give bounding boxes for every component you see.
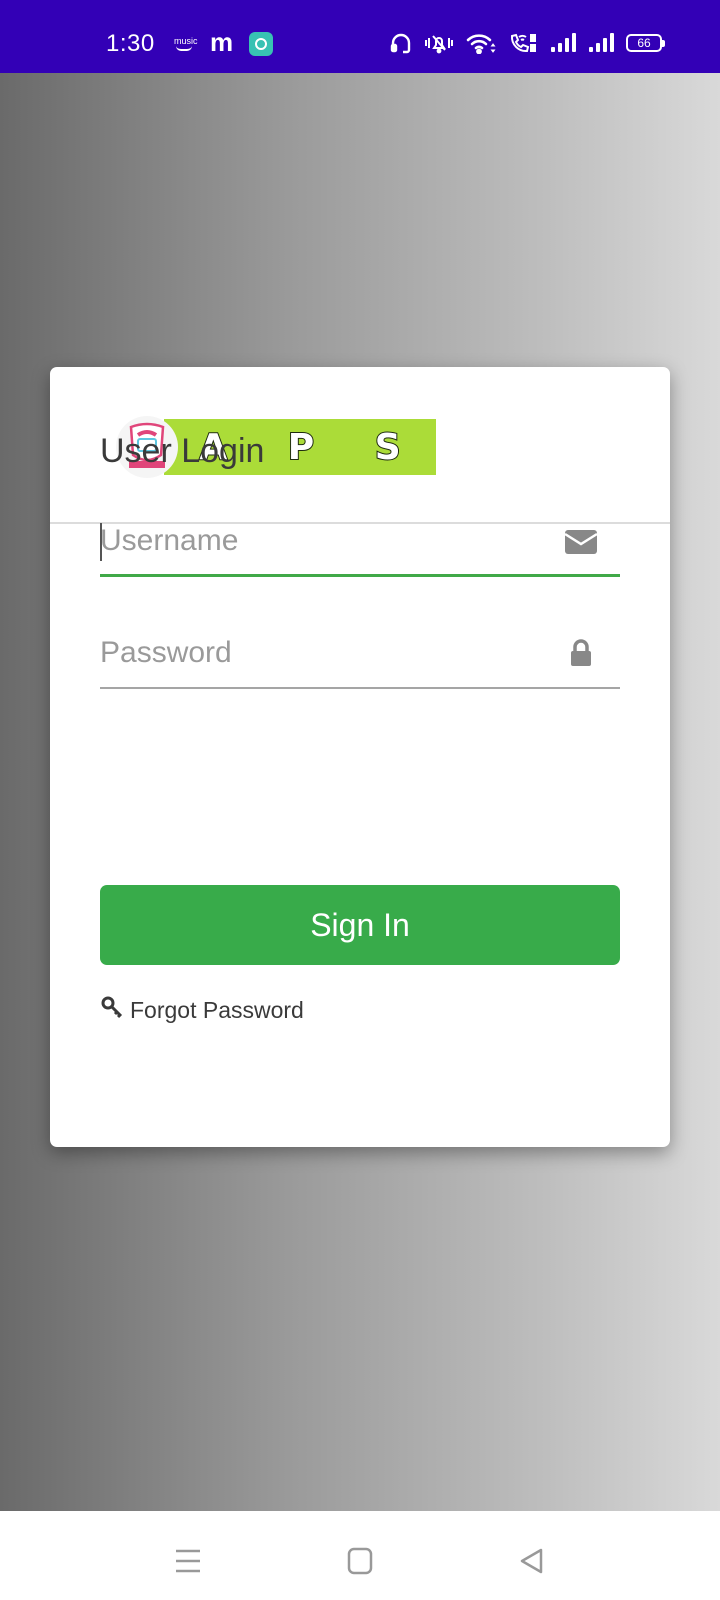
home-icon: [347, 1547, 373, 1575]
forgot-password-link[interactable]: Forgot Password: [100, 995, 304, 1025]
signal-sim1-icon: [551, 33, 576, 52]
battery-icon: 66: [626, 34, 665, 52]
username-field: [100, 507, 620, 577]
sign-in-button[interactable]: Sign In: [100, 885, 620, 965]
back-button[interactable]: [512, 1541, 552, 1581]
username-input[interactable]: [100, 519, 540, 563]
password-field: [100, 619, 620, 689]
vowifi-call-icon: [510, 33, 536, 53]
key-icon: [100, 995, 124, 1025]
forgot-password-label: Forgot Password: [130, 996, 304, 1023]
page-title: User Login: [100, 432, 265, 470]
signal-sim2-icon: [589, 33, 614, 52]
system-nav-bar: [0, 1511, 720, 1600]
notification-icons: music m: [174, 27, 274, 57]
home-button[interactable]: [340, 1541, 380, 1581]
m-app-icon: m: [210, 27, 234, 57]
vibrate-bell-icon: [425, 35, 453, 54]
system-icons: 66: [390, 32, 665, 54]
music-app-icon: [249, 32, 274, 56]
login-card: A P S User Login Username Sign In Forgot…: [50, 367, 670, 1147]
status-time: 1:30: [106, 30, 155, 57]
recent-apps-button[interactable]: [168, 1541, 208, 1581]
lock-icon: [570, 639, 592, 672]
envelope-icon: [564, 529, 598, 560]
headset-icon: [390, 33, 411, 54]
status-bar: 1:30 music m 66: [0, 0, 720, 73]
amazon-music-label: music: [174, 36, 198, 46]
back-icon: [520, 1548, 543, 1574]
amazon-music-icon: music: [174, 37, 198, 51]
menu-icon: [176, 1549, 200, 1573]
wifi-icon: [466, 34, 496, 54]
password-input[interactable]: [100, 631, 540, 675]
